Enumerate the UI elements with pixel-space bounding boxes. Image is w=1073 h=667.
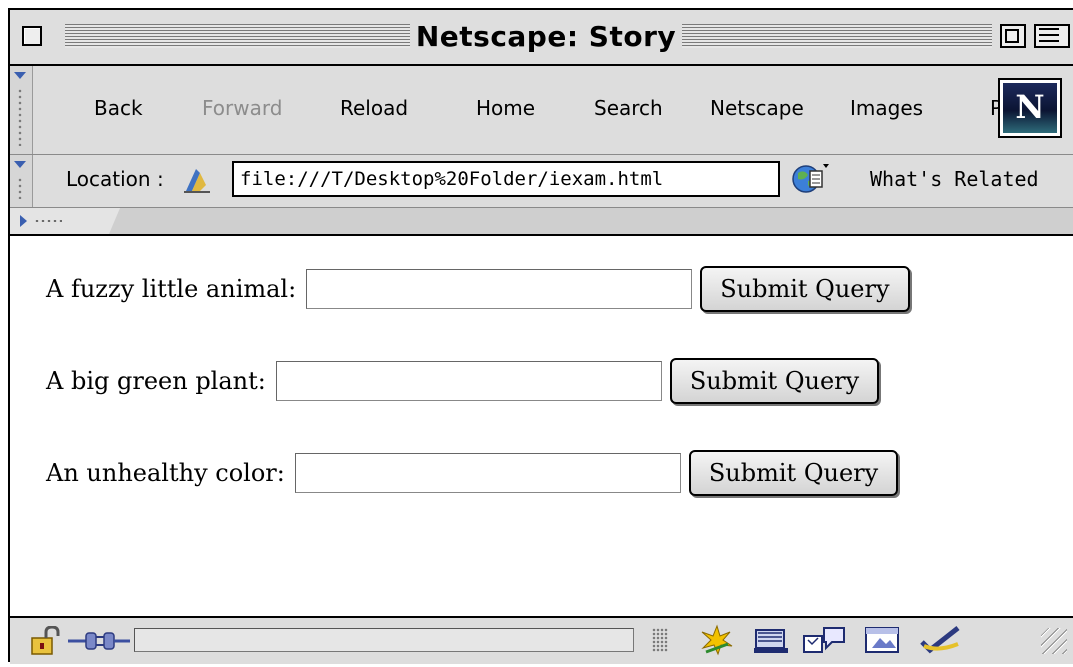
grip-dots-icon (18, 177, 22, 199)
netscape-button[interactable]: Netscape (710, 96, 804, 120)
whats-related-button[interactable]: What's Related (870, 167, 1039, 191)
reload-button[interactable]: Reload (340, 96, 408, 120)
security-check-icon[interactable] (918, 624, 964, 656)
title-stripes-left (65, 24, 410, 48)
navigation-toolbar: Back Forward Reload Home Search Netscape… (10, 66, 1073, 155)
location-toolbar: Location : file:///T/Desktop%20Folder/ie… (10, 155, 1073, 208)
animal-label: A fuzzy little animal: (46, 275, 297, 303)
zoom-box[interactable] (1000, 24, 1026, 48)
title-stripes-right (682, 24, 992, 48)
component-bar-grip[interactable] (652, 628, 668, 652)
page-proxy-icon[interactable] (182, 165, 212, 195)
grip-dots-icon (18, 88, 22, 146)
mail-icon[interactable] (752, 624, 792, 656)
newsgroups-icon[interactable] (800, 624, 850, 656)
toolbar-collapse-grip[interactable] (10, 66, 33, 154)
window-title: Netscape: Story (415, 20, 677, 53)
netscape-logo[interactable]: N (998, 78, 1062, 138)
expand-triangle-icon[interactable] (20, 215, 27, 227)
close-box[interactable] (22, 26, 42, 46)
form-row-plant: A big green plant: Submit Query (46, 358, 880, 404)
color-input[interactable] (294, 453, 681, 493)
plant-label: A big green plant: (46, 367, 266, 395)
browser-window: Netscape: Story Back Forward Reload Home… (8, 8, 1073, 664)
personal-toolbar (10, 208, 1073, 236)
url-field[interactable]: file:///T/Desktop%20Folder/iexam.html (232, 161, 780, 197)
location-label: Location : (66, 167, 164, 191)
home-button[interactable]: Home (476, 96, 535, 120)
color-submit-button[interactable]: Submit Query (688, 450, 899, 496)
location-collapse-grip[interactable] (10, 155, 33, 207)
plant-submit-button[interactable]: Submit Query (669, 358, 880, 404)
back-button[interactable]: Back (94, 96, 143, 120)
form-row-animal: A fuzzy little animal: Submit Query (46, 266, 910, 312)
animal-input[interactable] (306, 269, 693, 309)
status-progress-bar (134, 628, 634, 652)
animal-submit-button[interactable]: Submit Query (700, 266, 910, 312)
form-row-color: An unhealthy color: Submit Query (46, 450, 899, 496)
unlocked-security-icon[interactable] (30, 626, 64, 656)
images-button[interactable]: Images (850, 96, 923, 120)
netscape-n-icon: N (1003, 83, 1057, 133)
collapse-triangle-icon (14, 72, 26, 79)
plant-input[interactable] (275, 361, 662, 401)
navigator-icon[interactable] (696, 624, 738, 656)
whats-related-icon[interactable] (790, 161, 830, 197)
title-bar[interactable]: Netscape: Story (10, 10, 1073, 66)
collapse-box[interactable] (1034, 24, 1070, 48)
page-content: A fuzzy little animal: Submit Query A bi… (10, 236, 1073, 616)
status-bar (10, 616, 1073, 664)
search-button[interactable]: Search (594, 96, 663, 120)
resize-grip[interactable] (1041, 628, 1067, 654)
color-label: An unhealthy color: (46, 459, 285, 487)
offline-connection-icon[interactable] (68, 630, 130, 652)
forward-button[interactable]: Forward (202, 96, 282, 120)
ellipsis-dots-icon (34, 220, 62, 222)
collapse-triangle-icon (14, 161, 26, 168)
composer-icon[interactable] (862, 624, 902, 656)
